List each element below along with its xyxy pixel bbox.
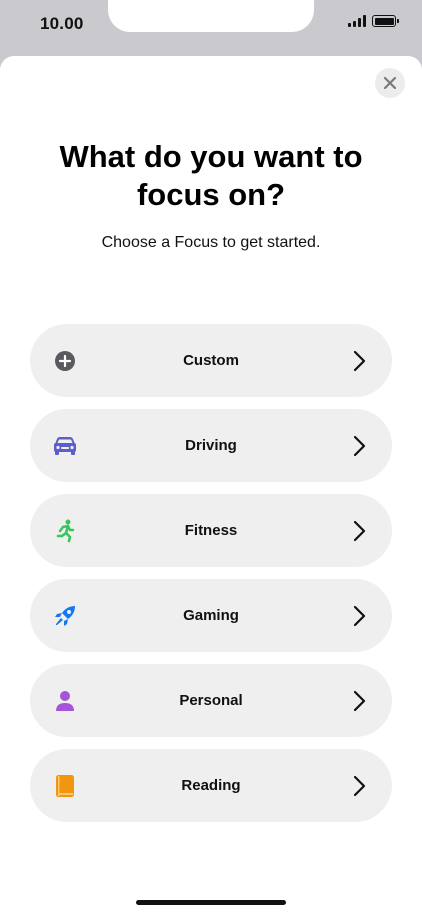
focus-option-label: Fitness bbox=[184, 522, 238, 539]
home-indicator[interactable] bbox=[136, 900, 286, 905]
person-icon bbox=[52, 688, 78, 714]
focus-option-driving[interactable]: Driving bbox=[30, 409, 392, 482]
rocket-icon bbox=[52, 603, 78, 629]
close-button[interactable] bbox=[375, 68, 405, 98]
close-icon bbox=[384, 77, 396, 89]
focus-option-label: Reading bbox=[181, 777, 241, 794]
plus-circle-icon bbox=[52, 348, 78, 374]
page-subtitle: Choose a Focus to get started. bbox=[101, 234, 321, 251]
notch bbox=[108, 0, 314, 32]
focus-option-gaming[interactable]: Gaming bbox=[30, 579, 392, 652]
page-title: What do you want to focus on? bbox=[59, 139, 363, 212]
running-icon bbox=[52, 518, 78, 544]
status-time: 10.00 bbox=[40, 14, 84, 33]
screen: 10.00 What do you want to focus on? Choo… bbox=[0, 0, 422, 913]
battery-icon bbox=[372, 15, 399, 27]
chevron-right-icon bbox=[353, 520, 366, 542]
focus-option-custom[interactable]: Custom bbox=[30, 324, 392, 397]
focus-option-label: Gaming bbox=[183, 607, 239, 624]
status-icons bbox=[348, 15, 399, 27]
chevron-right-icon bbox=[353, 775, 366, 797]
cellular-signal-icon bbox=[348, 15, 366, 27]
car-icon bbox=[52, 433, 78, 459]
chevron-right-icon bbox=[353, 435, 366, 457]
focus-option-label: Personal bbox=[179, 692, 243, 709]
focus-option-reading[interactable]: Reading bbox=[30, 749, 392, 822]
focus-option-personal[interactable]: Personal bbox=[30, 664, 392, 737]
chevron-right-icon bbox=[353, 605, 366, 627]
chevron-right-icon bbox=[353, 350, 366, 372]
focus-option-label: Custom bbox=[183, 352, 239, 369]
focus-option-label: Driving bbox=[185, 437, 237, 454]
chevron-right-icon bbox=[353, 690, 366, 712]
focus-options-list: Custom Driving Fitness Gaming Personal R… bbox=[30, 324, 392, 834]
focus-sheet: What do you want to focus on? Choose a F… bbox=[0, 56, 422, 913]
status-bar: 10.00 bbox=[0, 0, 422, 56]
book-icon bbox=[52, 773, 78, 799]
focus-option-fitness[interactable]: Fitness bbox=[30, 494, 392, 567]
